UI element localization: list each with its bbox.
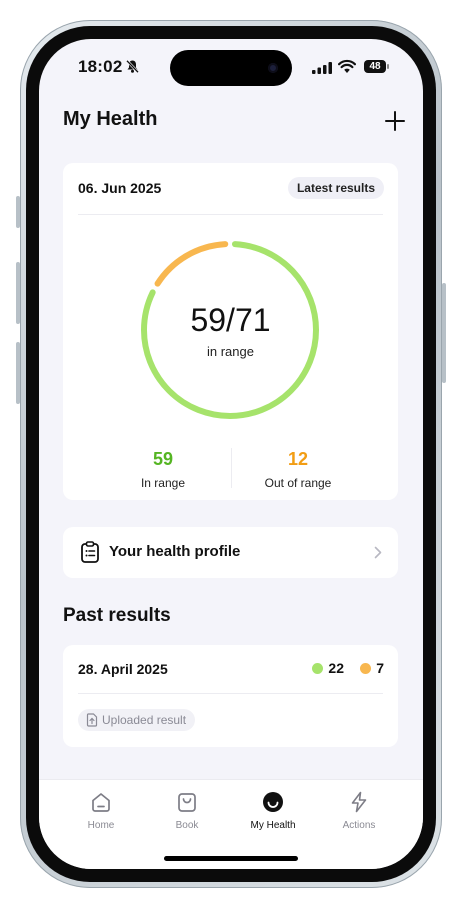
plus-icon[interactable]: [383, 109, 407, 133]
tab-home-label: Home: [87, 820, 115, 831]
signal-icon: [312, 62, 332, 74]
volume-up-button: [16, 262, 20, 324]
latest-results-badge: Latest results: [287, 177, 384, 199]
camera-icon: [268, 63, 278, 73]
home-indicator: [164, 856, 298, 861]
results-date: 06. Jun 2025: [78, 180, 162, 196]
bolt-icon: [351, 791, 367, 813]
past-out-of-range-value: 7: [376, 660, 384, 676]
in-range-count: 59: [152, 449, 174, 469]
divider: [78, 693, 383, 694]
power-button: [442, 283, 446, 383]
out-of-range-dot: [360, 663, 372, 674]
uploaded-result-chip: Uploaded result: [78, 709, 196, 731]
in-range-stat: 59 In range: [88, 449, 238, 490]
tab-book[interactable]: Book: [144, 790, 230, 831]
past-result-card[interactable]: 28. April 2025 22 7 Uploaded result: [63, 645, 398, 747]
in-range-dot: [312, 663, 324, 674]
past-results-heading: Past results: [63, 605, 171, 626]
chevron-right-icon: [374, 546, 382, 559]
past-in-range-count: 22: [312, 660, 344, 676]
wifi-icon: [338, 59, 356, 73]
tab-my-health[interactable]: My Health: [230, 790, 316, 831]
in-range-label: In range: [140, 476, 186, 490]
out-of-range-count: 12: [287, 449, 309, 469]
latest-results-card[interactable]: 06. Jun 2025 Latest results 59/71 in ran…: [63, 163, 398, 500]
battery-icon: 48: [364, 60, 389, 73]
battery-level: 48: [364, 60, 386, 73]
health-profile-row[interactable]: Your health profile: [63, 527, 398, 578]
ring-value: 59/71: [190, 302, 271, 338]
past-out-of-range-count: 7: [360, 660, 384, 676]
divider: [78, 214, 383, 215]
volume-down-button: [16, 342, 20, 404]
home-icon: [92, 793, 110, 812]
status-time: 18:02: [78, 57, 123, 76]
clipboard-icon: [81, 541, 99, 563]
dynamic-island: [170, 50, 292, 86]
out-of-range-stat: 12 Out of range: [223, 449, 373, 490]
tab-actions-label: Actions: [342, 820, 376, 831]
bell-off-icon: [126, 59, 139, 74]
action-button: [16, 196, 20, 228]
out-of-range-label: Out of range: [264, 476, 332, 490]
tab-my-health-label: My Health: [250, 820, 296, 831]
tab-home[interactable]: Home: [58, 790, 144, 831]
health-profile-label: Your health profile: [109, 543, 241, 560]
past-in-range-value: 22: [328, 660, 344, 676]
app-screen: 18:02 48 My Health 06. Jun 2025 Latest r…: [39, 39, 423, 869]
past-result-date: 28. April 2025: [78, 661, 168, 677]
uploaded-result-label: Uploaded result: [102, 713, 187, 727]
bag-icon: [178, 793, 196, 812]
ring-caption: in range: [207, 344, 254, 359]
smile-icon: [263, 792, 283, 812]
tab-book-label: Book: [175, 820, 199, 831]
upload-file-icon: [86, 713, 98, 727]
page-title: My Health: [63, 108, 158, 130]
tab-actions[interactable]: Actions: [316, 790, 402, 831]
